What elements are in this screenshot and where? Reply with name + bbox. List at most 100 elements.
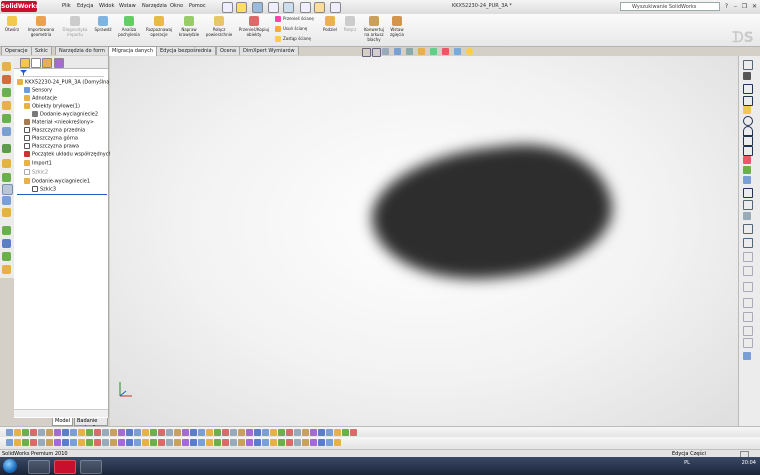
relations-icon[interactable]: [743, 338, 753, 348]
rollback-bar[interactable]: [17, 194, 107, 195]
imported-geometry-button[interactable]: Importowana geometria: [24, 16, 58, 37]
toolbar-tool-icon[interactable]: [94, 429, 101, 436]
toolbar-tool-icon[interactable]: [174, 429, 181, 436]
toolbar-tool-icon[interactable]: [14, 439, 21, 446]
toolbar-tool-icon[interactable]: [54, 439, 61, 446]
toolbar-tool-icon[interactable]: [118, 429, 125, 436]
zoom-to-fit-icon[interactable]: [362, 48, 371, 57]
toolbar-tool-icon[interactable]: [254, 429, 261, 436]
toolbar-tool-icon[interactable]: [246, 429, 253, 436]
toolbar-tool-icon[interactable]: [70, 439, 77, 446]
display-style-icon[interactable]: [418, 48, 425, 55]
toolbar-tool-icon[interactable]: [6, 429, 13, 436]
toolbar-tool-icon[interactable]: [142, 429, 149, 436]
toolbar-tool-icon[interactable]: [78, 429, 85, 436]
toolbar-tool-icon[interactable]: [158, 429, 165, 436]
toolbar-tool-icon[interactable]: [222, 429, 229, 436]
tool-icon[interactable]: [2, 239, 11, 248]
toolbar-tool-icon[interactable]: [214, 439, 221, 446]
toolbar-tool-icon[interactable]: [182, 439, 189, 446]
toolbar-tool-icon[interactable]: [310, 439, 317, 446]
toolbar-tool-icon[interactable]: [254, 439, 261, 446]
tool-icon[interactable]: [2, 196, 11, 205]
tab-ocena[interactable]: Ocena: [216, 46, 240, 55]
view-settings-icon[interactable]: [466, 48, 473, 55]
polygon-icon[interactable]: [743, 136, 753, 146]
toolbar-tool-icon[interactable]: [318, 439, 325, 446]
tool-icon[interactable]: [2, 101, 11, 110]
solidworks-logo[interactable]: SolidWorks: [1, 1, 39, 12]
toolbar-tool-icon[interactable]: [350, 429, 357, 436]
tree-item-adnotacje[interactable]: Adnotacje: [24, 95, 57, 102]
taskbar-explorer-icon[interactable]: [28, 460, 50, 474]
menu-view[interactable]: Widok: [99, 3, 114, 9]
sketch-icon[interactable]: [743, 60, 753, 70]
search-input[interactable]: Wyszukiwanie SolidWorks: [620, 2, 720, 11]
toolbar-tool-icon[interactable]: [294, 429, 301, 436]
feature-tree-tab-icon[interactable]: [20, 58, 30, 68]
toolbar-tool-icon[interactable]: [134, 429, 141, 436]
toolbar-tool-icon[interactable]: [286, 429, 293, 436]
toolbar-tool-icon[interactable]: [86, 439, 93, 446]
rebuild-icon[interactable]: [314, 2, 325, 13]
toolbar-tool-icon[interactable]: [14, 429, 21, 436]
new-document-icon[interactable]: [222, 2, 233, 13]
undo-icon[interactable]: [283, 2, 294, 13]
tree-item-obiekty-brylowe[interactable]: Obiekty bryłowe(1): [24, 103, 80, 110]
toolbar-tool-icon[interactable]: [54, 429, 61, 436]
print-icon[interactable]: [268, 2, 279, 13]
toolbar-tool-icon[interactable]: [70, 429, 77, 436]
toolbar-tool-icon[interactable]: [150, 429, 157, 436]
edit-appearance-icon[interactable]: [442, 48, 449, 55]
toolbar-tool-icon[interactable]: [302, 429, 309, 436]
select-icon[interactable]: [300, 2, 311, 13]
tree-horizontal-scrollbar[interactable]: [14, 409, 108, 417]
help-icon[interactable]: ?: [722, 2, 731, 11]
toolbar-tool-icon[interactable]: [78, 439, 85, 446]
trim-icon[interactable]: [743, 238, 753, 248]
toolbar-tool-icon[interactable]: [174, 439, 181, 446]
toolbar-tool-icon[interactable]: [206, 439, 213, 446]
tool-icon[interactable]: [2, 208, 11, 217]
tree-item-szkic2[interactable]: Szkic2: [24, 169, 48, 176]
toolbar-tool-icon[interactable]: [86, 429, 93, 436]
toolbar-tool-icon[interactable]: [206, 429, 213, 436]
slot-icon[interactable]: [743, 106, 751, 114]
close-button[interactable]: ✕: [750, 2, 759, 11]
tab-model[interactable]: Model: [52, 418, 74, 426]
toolbar-tool-icon[interactable]: [38, 439, 45, 446]
check-button[interactable]: Sprawdź: [92, 16, 114, 32]
toolbar-tool-icon[interactable]: [22, 429, 29, 436]
menu-edit[interactable]: Edycja: [77, 3, 94, 9]
toolbar-tool-icon[interactable]: [270, 439, 277, 446]
toolbar-tool-icon[interactable]: [334, 439, 341, 446]
view-orientation-icon[interactable]: [406, 48, 413, 55]
toolbar-tool-icon[interactable]: [334, 429, 341, 436]
tab-edycja-bezposrednia[interactable]: Edycja bezpośrednia: [156, 46, 216, 55]
tool-icon[interactable]: [2, 127, 11, 136]
hide-show-icon[interactable]: [430, 48, 437, 55]
toolbar-tool-icon[interactable]: [190, 439, 197, 446]
toolbar-tool-icon[interactable]: [198, 429, 205, 436]
tree-item-plane-front[interactable]: Płaszczyzna przednia: [24, 127, 85, 134]
tree-item-extrude1[interactable]: Dodanie-wyciagniecie1: [24, 178, 90, 185]
tool-icon[interactable]: [2, 265, 11, 274]
toolbar-tool-icon[interactable]: [230, 439, 237, 446]
toolbar-tool-icon[interactable]: [302, 439, 309, 446]
graphics-area[interactable]: [110, 56, 738, 426]
toolbar-tool-icon[interactable]: [30, 439, 37, 446]
toolbar-tool-icon[interactable]: [150, 439, 157, 446]
toolbar-tool-icon[interactable]: [142, 439, 149, 446]
dimxpert-tab-icon[interactable]: [54, 58, 64, 68]
toolbar-tool-icon[interactable]: [158, 439, 165, 446]
minimize-button[interactable]: –: [731, 2, 740, 11]
toolbar-tool-icon[interactable]: [38, 429, 45, 436]
toolbar-tool-icon[interactable]: [198, 439, 205, 446]
move-face-button[interactable]: Przenieś ścianę: [275, 16, 314, 22]
draft-analysis-button[interactable]: Analiza pochylenia: [116, 16, 142, 37]
toolbar-tool-icon[interactable]: [118, 439, 125, 446]
zoom-to-area-icon[interactable]: [372, 48, 381, 57]
delete-face-button[interactable]: Usuń ścianę: [275, 26, 307, 32]
tree-filter[interactable]: [20, 70, 104, 77]
restore-button[interactable]: ❐: [740, 2, 749, 11]
